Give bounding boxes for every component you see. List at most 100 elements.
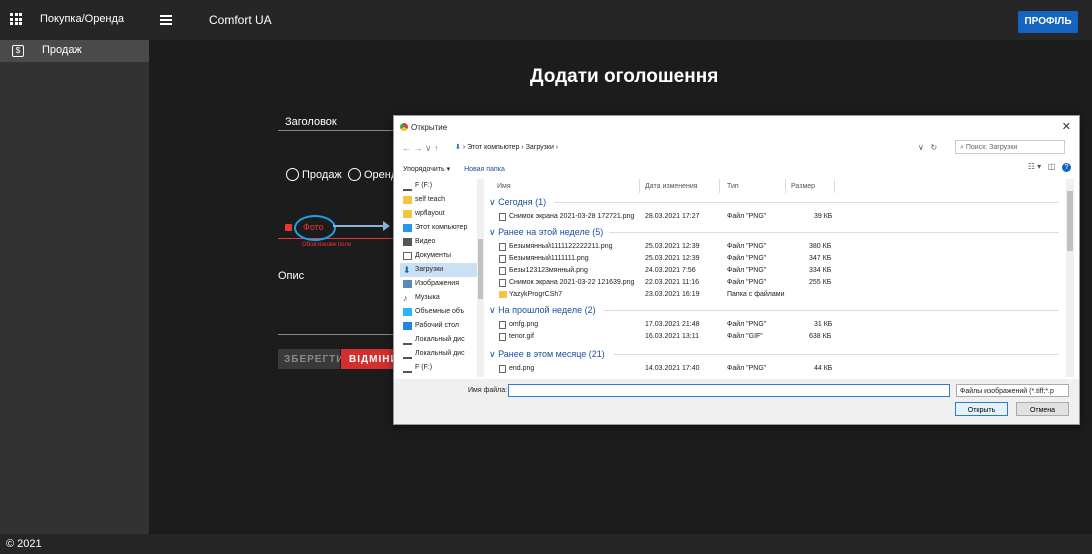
apps-grid-icon[interactable] [10,13,22,25]
description-label: Опис [278,270,305,282]
view-options-icon[interactable]: ☷ ▾ ◫ ? [1028,162,1071,172]
tree-item[interactable]: F (F:) [400,361,484,375]
dollar-icon: $ [12,45,24,57]
tree-item-label: Видео [415,238,436,245]
group-header[interactable]: ∨ На прошлой неделе (2) [489,305,1059,316]
file-row[interactable]: Безымянный1111122222211.png 25.03.2021 12… [489,241,1039,253]
breadcrumb-downloads[interactable]: Загрузки [526,144,554,151]
chrome-icon [400,123,408,131]
dialog-cancel-button[interactable]: Отмена [1016,402,1069,416]
file-name: Безымянный1111122222211.png [509,243,613,250]
tree-item[interactable]: Видео [400,235,484,249]
file-date: 22.03.2021 11:16 [645,279,699,286]
group-label: Сегодня (1) [498,197,547,207]
open-button[interactable]: Открыть [955,402,1008,416]
drive-icon [403,186,412,191]
nav-tree: F (F:) self teach wpflayout Этот компьют… [400,179,484,377]
file-row[interactable]: end.png 14.03.2021 17:40 Файл "PNG" 44 КБ [489,363,1039,375]
tree-item[interactable]: self teach [400,193,484,207]
file-icon [499,279,506,287]
filename-label: Имя файла: [468,387,508,394]
tree-item-label: F (F:) [415,364,433,371]
save-button[interactable]: ЗБЕРЕГТИ [278,349,343,369]
file-type: Файл "PNG" [727,267,767,274]
file-type: Файл "PNG" [727,321,767,328]
file-size: 380 КБ [809,243,832,250]
drive-icon [403,368,412,373]
col-name[interactable]: Имя [497,183,511,190]
filetype-select[interactable]: Файлы изображений (*.tiff;*.p [956,384,1069,397]
sidebar [0,40,149,534]
profile-button[interactable]: ПРОФІЛЬ [1018,11,1078,33]
radio-sale-label: Продаж [302,169,342,181]
tree-item[interactable]: Объемные объ [400,305,484,319]
col-size[interactable]: Размер [791,183,815,190]
file-icon [499,267,506,275]
group-header[interactable]: ∨ Сегодня (1) [489,197,1059,208]
title-input[interactable] [278,130,393,131]
tree-item-label: Изображения [415,280,459,287]
cancel-button[interactable]: ВІДМІНИТИ [341,349,396,369]
file-row[interactable]: Снимок экрана 2021-03-28 172721.png 28.03… [489,211,1039,223]
radio-rent[interactable] [348,168,361,181]
folder-row[interactable]: YazykProgrCSh7 23.03.2021 16:19 Папка с фа… [489,289,1039,301]
search-input[interactable]: ⌕ Поиск: Загрузки [955,140,1065,154]
group-header[interactable]: ∨ Ранее на этой неделе (5) [489,227,1059,238]
file-row[interactable]: Снимок экрана 2021-03-22 121639.png 22.03… [489,277,1039,289]
radio-sale[interactable] [286,168,299,181]
refresh-icon[interactable]: ∨ ↻ [918,141,958,155]
new-folder-button[interactable]: Новая папка [464,166,505,173]
file-row[interactable]: Безы123123мянный.png 24.03.2021 7:56 Файл … [489,265,1039,277]
organize-button[interactable]: Упорядочить ▾ [403,166,450,173]
tree-item[interactable]: Локальный дис [400,333,484,347]
tree-item[interactable]: F (F:) [400,179,484,193]
file-row[interactable]: omfg.png 17.03.2021 21:48 Файл "PNG" 31 КБ [489,319,1039,331]
close-icon[interactable]: ✕ [1062,120,1071,133]
file-row[interactable]: tenor.gif 16.03.2021 13:11 Файл "GIF" 638 К… [489,331,1039,343]
tree-item[interactable]: Документы [400,249,484,263]
sidebar-item-sale[interactable]: $ Продаж [0,40,149,62]
app-menu-label[interactable]: Покупка/Оренда [40,13,124,25]
file-row[interactable]: Безымянный1111111.png 25.03.2021 12:39 Фай… [489,253,1039,265]
tree-item[interactable]: wpflayout [400,207,484,221]
tree-item-selected[interactable]: ⬇ Загрузки [400,263,484,277]
tree-item-label: Музыка [415,294,440,301]
tree-item[interactable]: Рабочий стол [400,319,484,333]
group-header[interactable]: ∨ Ранее в этом месяце (21) [489,349,1059,360]
file-open-dialog: Открытие ✕ ← → ∨ ↑ ⬇ › Этот компьютер › … [393,115,1080,425]
file-type: Файл "PNG" [727,243,767,250]
file-icon [499,243,506,251]
camera-icon[interactable] [285,224,292,231]
copyright: © 2021 [6,538,42,550]
tree-scrollbar[interactable] [477,179,484,377]
annotation-arrow [333,221,390,231]
hamburger-menu-icon[interactable] [160,15,172,25]
help-icon[interactable]: ? [1062,163,1071,172]
drive-icon [403,354,412,359]
photo-error-text: Обов'язкове поле [302,242,352,248]
file-type: Файл "GIF" [727,333,763,340]
video-icon [403,238,412,246]
list-scrollbar[interactable] [1066,179,1074,377]
filename-input[interactable] [508,384,950,397]
sidebar-item-label: Продаж [42,44,82,56]
col-date[interactable]: Дата изменения [645,183,698,190]
search-placeholder: Поиск: Загрузки [965,144,1018,151]
file-icon [499,255,506,263]
tree-item[interactable]: Изображения [400,277,484,291]
folder-icon [403,196,412,204]
tree-item[interactable]: Локальный дис [400,347,484,361]
nav-arrows[interactable]: ← → ∨ ↑ [402,141,439,155]
file-size: 334 КБ [809,267,832,274]
tree-item[interactable]: ♪ Музыка [400,291,484,305]
group-label: Ранее в этом месяце (21) [498,349,605,359]
file-size: 39 КБ [814,213,833,220]
description-input[interactable] [278,334,393,335]
col-type[interactable]: Тип [727,183,739,190]
file-type: Файл "PNG" [727,213,767,220]
tree-item[interactable]: Этот компьютер [400,221,484,235]
dialog-bottom: Имя файла: Файлы изображений (*.tiff;*.p… [394,379,1079,424]
address-bar[interactable]: ⬇ › Этот компьютер › Загрузки › [455,141,935,155]
drive-icon [403,340,412,345]
breadcrumb-computer[interactable]: Этот компьютер [467,144,519,151]
